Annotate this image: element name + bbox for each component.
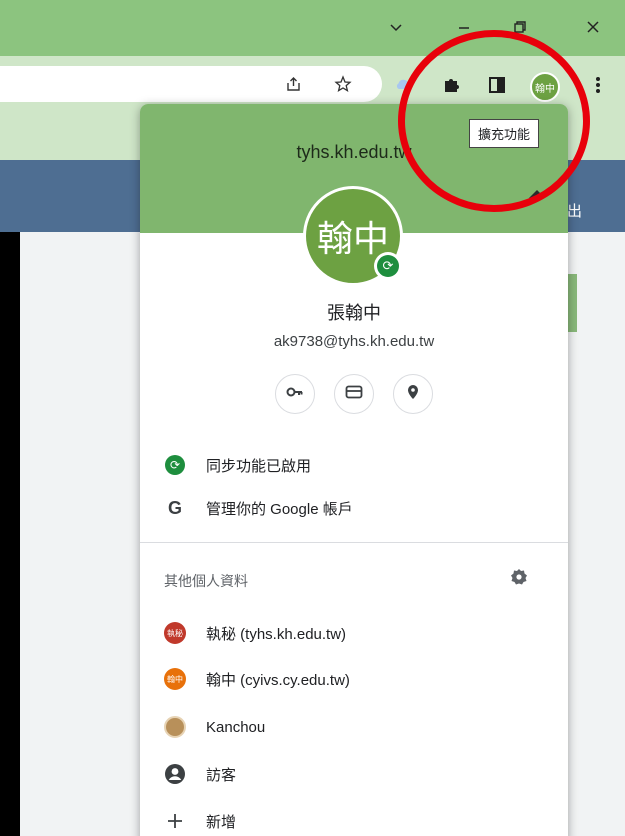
other-profile-label: Kanchou bbox=[206, 718, 266, 736]
google-g-icon: G bbox=[164, 497, 186, 519]
other-profile-item[interactable]: 翰中 翰中 (cyivs.cy.edu.tw) bbox=[164, 665, 350, 693]
payment-methods-button[interactable] bbox=[334, 374, 374, 414]
profile-menu: tyhs.kh.edu.tw 翰中 ⟳ 張翰中 ak9738@tyhs.kh.e… bbox=[140, 104, 568, 836]
address-bar[interactable] bbox=[0, 66, 382, 102]
other-profile-label: 執秘 (tyhs.kh.edu.tw) bbox=[206, 625, 347, 643]
card-icon bbox=[345, 385, 363, 404]
sync-status-row[interactable]: ⟳ 同步功能已啟用 bbox=[164, 451, 311, 479]
annotation-circle bbox=[398, 30, 590, 212]
share-icon[interactable] bbox=[284, 74, 304, 94]
close-icon[interactable] bbox=[578, 14, 608, 42]
guest-person-icon bbox=[164, 763, 186, 785]
tab-search-chevron-icon[interactable] bbox=[381, 14, 411, 42]
profile-name: 張翰中 bbox=[327, 303, 381, 323]
add-profile-row[interactable]: 新增 bbox=[164, 807, 236, 835]
other-profile-label: 翰中 (cyivs.cy.edu.tw) bbox=[206, 671, 350, 689]
other-profiles-heading: 其他個人資料 bbox=[164, 573, 248, 589]
profile-avatar-small bbox=[164, 716, 186, 738]
manage-google-account-label: 管理你的 Google 帳戶 bbox=[206, 500, 353, 518]
plus-icon bbox=[164, 810, 186, 832]
sync-icon: ⟳ bbox=[164, 454, 186, 476]
other-profile-item[interactable]: Kanchou bbox=[164, 713, 265, 741]
sync-badge-icon: ⟳ bbox=[374, 252, 402, 280]
passwords-key-button[interactable] bbox=[275, 374, 315, 414]
guest-label: 訪客 bbox=[206, 766, 237, 784]
sync-label: 同步功能已啟用 bbox=[206, 457, 312, 475]
add-profile-label: 新增 bbox=[206, 813, 237, 831]
key-icon bbox=[286, 385, 304, 403]
google-glyph: G bbox=[167, 497, 182, 518]
profile-email: ak9738@tyhs.kh.edu.tw bbox=[273, 333, 435, 350]
addresses-button[interactable] bbox=[393, 374, 433, 414]
screenshot: 翰中 出 tyhs.kh.edu.tw 翰中 ⟳ 張翰中 ak9738@tyhs… bbox=[0, 0, 625, 836]
more-menu-icon[interactable] bbox=[588, 74, 608, 96]
bookmark-star-icon[interactable] bbox=[333, 74, 353, 94]
manage-google-account-row[interactable]: G 管理你的 Google 帳戶 bbox=[164, 494, 353, 522]
profile-avatar-small: 執秘 bbox=[164, 622, 186, 644]
gear-icon[interactable] bbox=[510, 568, 528, 591]
page-header-text: 出 bbox=[567, 203, 583, 220]
location-icon bbox=[407, 384, 419, 405]
divider bbox=[140, 542, 568, 543]
profile-avatar-small: 翰中 bbox=[164, 668, 186, 690]
other-profile-item[interactable]: 執秘 執秘 (tyhs.kh.edu.tw) bbox=[164, 619, 346, 647]
page-left-edge bbox=[0, 232, 20, 836]
guest-row[interactable]: 訪客 bbox=[164, 760, 236, 788]
